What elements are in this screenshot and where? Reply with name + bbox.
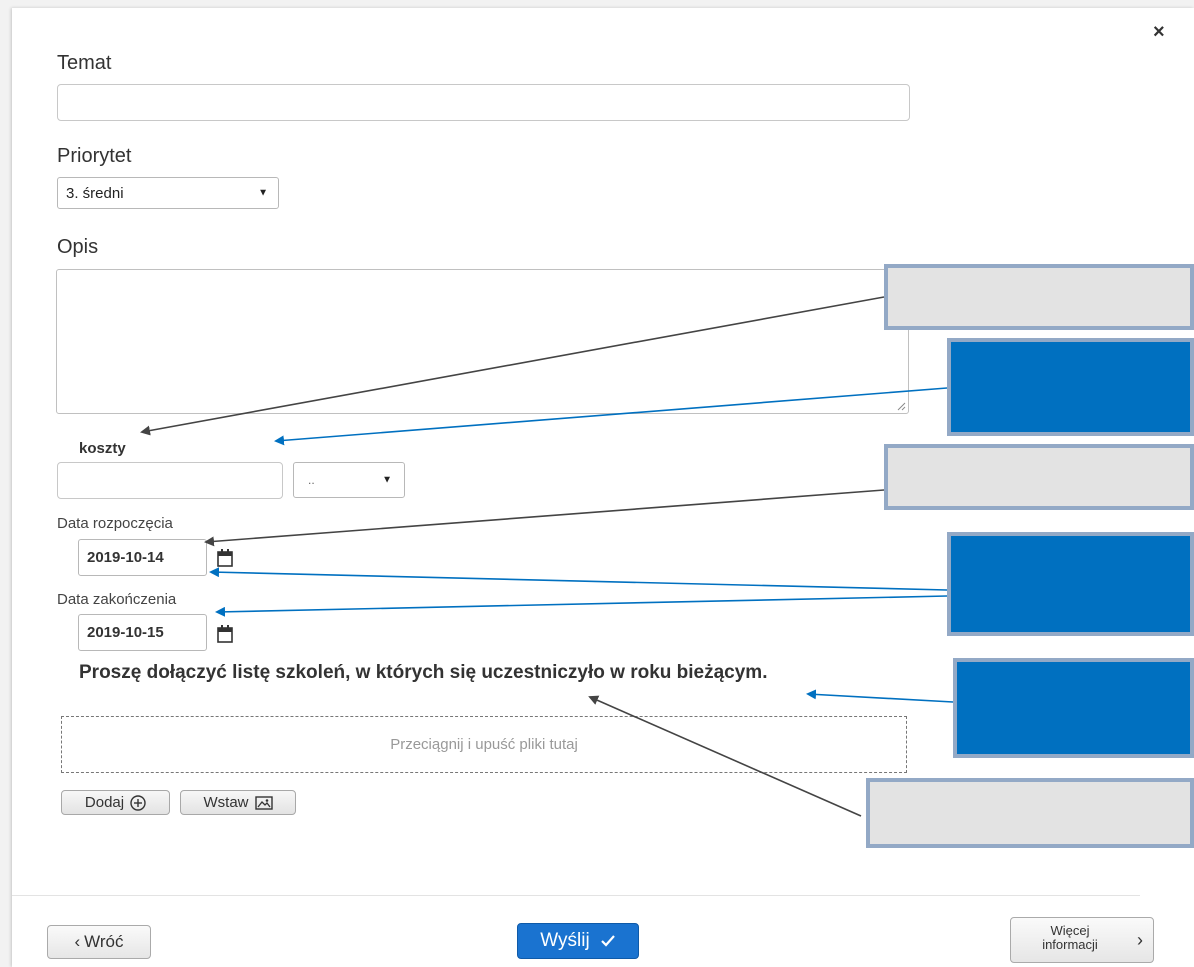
footer-divider [12,895,1140,896]
currency-select[interactable]: .. ▼ [293,462,405,498]
callout-box-grey-2 [884,444,1194,510]
currency-value: .. [308,473,315,487]
callout-box-blue-1 [947,338,1194,436]
back-button-label: Wróć [84,932,124,951]
send-button[interactable]: Wyślij [517,923,639,959]
image-icon [254,795,273,810]
send-button-label: Wyślij [540,930,590,951]
costs-label: koszty [79,440,126,457]
more-info-label: Więcej informacji [1025,924,1115,952]
priority-select[interactable]: 3. średni ▼ [57,177,279,209]
subject-label: Temat [57,52,112,74]
calendar-icon[interactable] [217,625,233,643]
callout-box-blue-3 [953,658,1194,758]
priority-label: Priorytet [57,145,132,167]
dropzone-text: Przeciągnij i upuść pliki tutaj [390,736,578,753]
priority-value: 3. średni [66,184,124,202]
callout-box-blue-2 [947,532,1194,636]
description-label: Opis [57,236,99,258]
caret-down-icon: ▼ [382,474,392,486]
insert-image-button[interactable]: Wstaw [180,790,296,815]
back-button[interactable]: ‹ Wróć [47,925,151,959]
close-icon[interactable]: × [1153,22,1165,42]
more-info-line1: Więcej [1050,923,1090,938]
checkmark-icon [600,935,615,947]
end-date-label: Data zakończenia [57,591,177,608]
costs-input[interactable] [57,462,283,499]
add-file-button[interactable]: Dodaj [61,790,170,815]
callout-box-grey-1 [884,264,1194,330]
start-date-label: Data rozpoczęcia [57,515,173,532]
start-date-input[interactable]: 2019-10-14 [78,539,207,576]
callout-box-grey-3 [866,778,1194,848]
caret-down-icon: ▼ [258,187,268,199]
plus-circle-icon [130,794,146,811]
chevron-right-icon: › [1137,930,1143,950]
file-dropzone[interactable]: Przeciągnij i upuść pliki tutaj [61,716,907,773]
add-button-label: Dodaj [84,794,125,811]
subject-input[interactable] [57,84,910,121]
end-date-input[interactable]: 2019-10-15 [78,614,207,651]
resize-handle-icon[interactable] [896,401,906,411]
insert-button-label: Wstaw [203,794,249,811]
calendar-icon[interactable] [217,549,233,567]
description-textarea[interactable] [56,269,909,414]
attachment-instruction: Proszę dołączyć listę szkoleń, w których… [79,662,768,683]
chevron-left-icon: ‹ [74,932,81,951]
more-info-line2: informacji [1042,937,1098,952]
more-info-button[interactable]: Więcej informacji › [1010,917,1154,963]
